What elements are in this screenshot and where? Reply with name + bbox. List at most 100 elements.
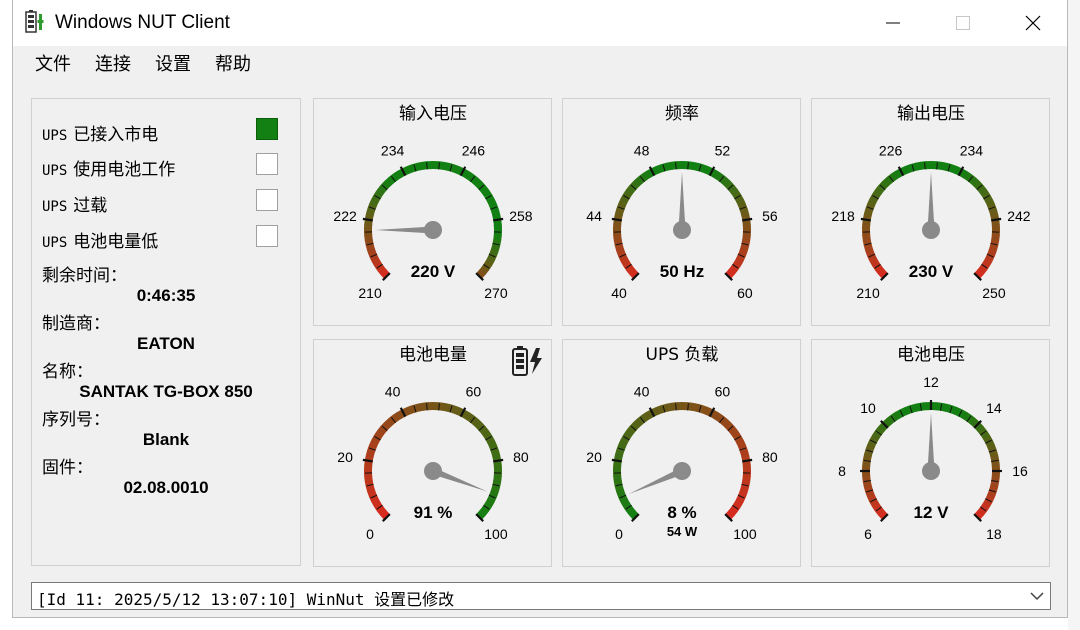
gauge-arc-segment [484,257,495,267]
gauge-arc-segment [491,208,501,217]
gauge-tick-label: 226 [879,143,903,159]
gauge-arc-segment [989,208,999,217]
gauge-arc-segment [660,403,669,413]
gauge-tick-label: 60 [715,384,731,400]
flag-on-battery-row: UPS 使用电池工作 [42,153,292,181]
gauge-dial: UPS 负载 0 20 40 60 80 100 8 % 54 W [586,345,778,542]
gauge-arc-segment [416,402,425,412]
menu-settings[interactable]: 设置 [143,50,203,80]
log-dropdown[interactable]: [Id 11: 2025/5/12 13:07:10] WinNut 设置已修改 [31,582,1051,610]
gauge-arc-segment [727,506,738,517]
gauge-minor-tick [426,162,428,170]
gauge-arc-segment [479,185,490,195]
gauge-arc-segment [464,412,475,423]
gauge-arc-segment [633,177,643,187]
gauge-arc-segment [721,177,732,188]
gauge-title: UPS 负载 [646,345,719,365]
gauge-tick-label: 56 [762,208,778,224]
gauge-tick-label: 44 [586,208,602,224]
gauge-title: 频率 [665,104,699,124]
menu-help[interactable]: 帮助 [203,50,263,80]
gauge-arc-segment [991,460,1000,467]
gauge-major-tick [742,458,753,463]
gauge-arc-segment [411,403,420,413]
window-title: Windows NUT Client [55,12,230,33]
gauge-arc-segment [882,177,892,187]
gauge-major-tick [493,458,504,463]
gauge-arc-segment [871,502,882,512]
gauge-arc-segment [976,265,987,276]
gauge-dial: 电池电压 6 8 10 12 14 16 18 12 V [838,345,1028,542]
flag-overload-indicator [256,189,278,211]
gauge-arc-segment [733,498,744,508]
gauge-arc-segment [899,406,909,417]
maximize-icon [956,16,970,30]
gauge-tick-label: 40 [611,285,627,301]
gauge-arc-segment [700,164,710,174]
gauge-arc-segment [742,475,751,483]
gauge-arc-segment [482,189,493,199]
menu-file[interactable]: 文件 [23,50,83,80]
gauge-minor-tick [687,162,689,170]
gauge-minor-tick [687,403,689,411]
gauge-arc-segment [655,405,664,415]
serial-value: Blank [142,430,190,449]
gauge-arc-segment [728,426,739,436]
close-button[interactable] [998,0,1068,46]
gauge-minor-tick [438,403,440,411]
gauge-sub-value: 54 W [667,524,698,539]
gauge-arc-segment [966,415,977,426]
gauge-arc-segment [665,161,674,171]
gauge-tick-label: 8 [838,463,846,479]
gauge-arc-segment [442,402,450,412]
gauge-major-tick [991,217,1002,222]
gauge-arc-segment [671,161,678,170]
gauge-arc-segment [490,485,501,494]
gauge-arc-segment [976,506,987,517]
gauge-arc-segment [940,161,948,171]
gauge-arc-segment [618,198,628,207]
gauge-title: 输出电压 [897,104,965,124]
gauge-arc-segment [739,485,750,494]
gauge-arc-segment [367,248,377,257]
gauge-arc-segment [451,164,461,174]
gauge-major-tick [362,217,373,222]
gauge-arc-segment [623,188,634,199]
gauge-tick-label: 100 [484,526,508,542]
gauge-tick-label: 10 [860,400,876,416]
gauge-arc-segment [472,177,483,188]
gauge-tick-label: 250 [982,285,1006,301]
menu-connection[interactable]: 连接 [83,50,143,80]
maximize-button[interactable] [928,0,998,46]
gauge-arc-segment [739,244,750,253]
flag-overload-label: UPS 过载 [42,196,108,216]
gauge-arc-segment [738,489,748,499]
gauge-arc-segment [369,439,379,448]
gauge-arc-segment [491,449,501,458]
minimize-button[interactable] [858,0,928,46]
gauge-arc-segment [655,164,664,174]
gauge-arc-segment [987,248,997,258]
gauge-arc-segment [613,234,622,241]
gauge-output-voltage: 输出电压 210 218 226 234 242 250 230 V [811,98,1050,326]
gauge-arc-segment [614,484,624,493]
gauge-value: 50 Hz [660,262,704,281]
gauge-minor-tick [675,403,677,411]
chevron-down-icon[interactable] [1030,591,1044,601]
gauge-arc-segment [914,161,923,171]
gauge-arc-segment [728,185,739,195]
gauge-arc-segment [618,439,628,448]
gauge-arc-segment [920,161,927,170]
gauge-arc-segment [872,188,883,199]
gauge-value: 91 % [414,503,453,522]
gauge-needle-hub [922,462,940,480]
gauge-tick-label: 14 [986,400,1002,416]
gauge-minor-tick [675,162,677,170]
title-bar[interactable]: Windows NUT Client [13,0,1067,46]
gauge-arc-segment [700,405,710,415]
gauge-arc-segment [865,202,875,212]
manufacturer-value: EATON [137,334,195,353]
gauge-needle-hub [424,462,442,480]
flag-low-battery-label: UPS 电池电量低 [42,232,159,252]
gauge-arc-segment [406,405,415,415]
